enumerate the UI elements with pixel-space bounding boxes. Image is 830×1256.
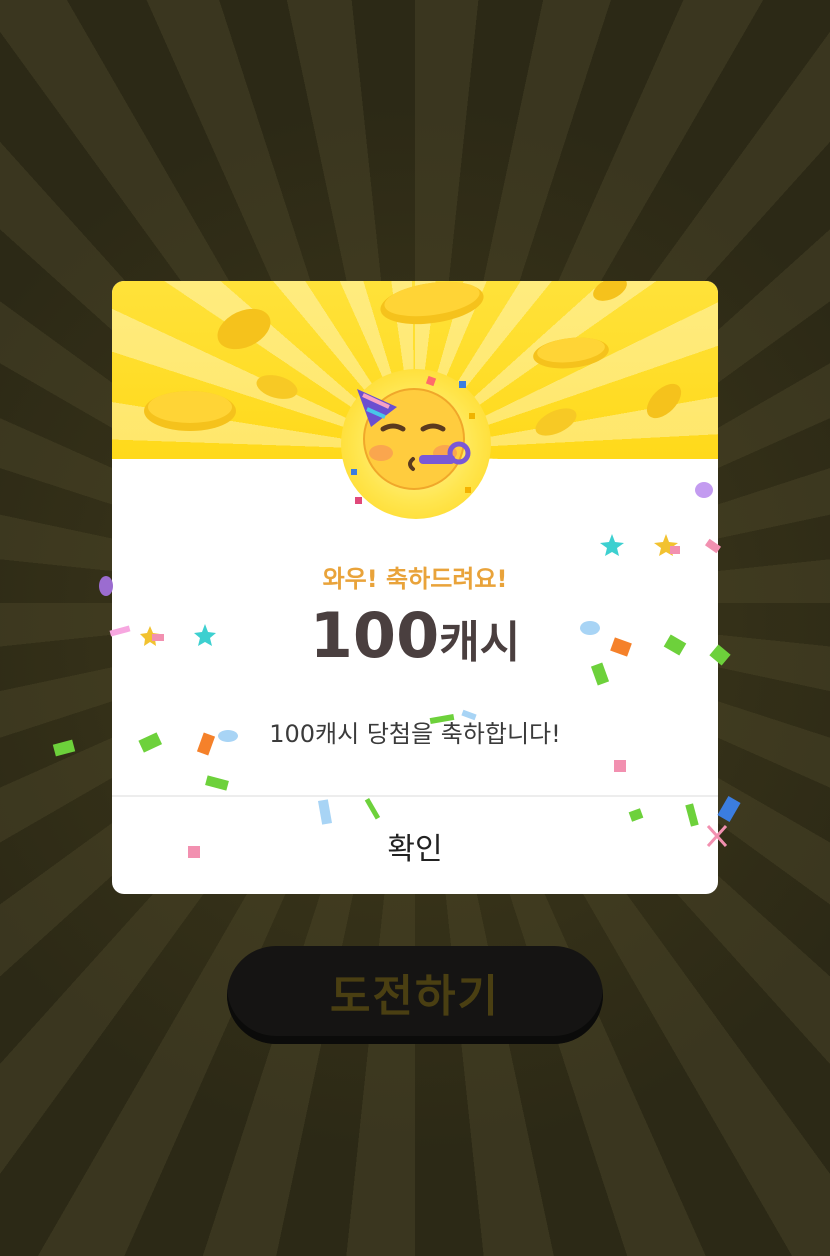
coin-icon xyxy=(256,375,298,399)
coin-icon xyxy=(646,383,682,419)
coin-icon xyxy=(593,281,627,301)
coin-icon xyxy=(144,391,236,431)
confirm-button[interactable]: 확인 xyxy=(112,797,718,894)
coin-icon xyxy=(217,308,271,350)
challenge-button[interactable]: 도전하기 xyxy=(227,946,603,1044)
reward-amount-number: 100 xyxy=(309,599,440,672)
congrats-subtitle: 와우! 축하드려요! xyxy=(322,565,508,593)
coin-icon xyxy=(533,337,609,369)
challenge-button-label: 도전하기 xyxy=(330,971,500,1022)
reward-amount: 100캐시 xyxy=(112,599,718,672)
party-face-icon xyxy=(351,375,475,504)
coin-icon xyxy=(535,408,577,436)
emoji-badge xyxy=(341,369,491,519)
confirm-button-label: 확인 xyxy=(387,831,443,867)
reward-amount-unit: 캐시 xyxy=(439,617,521,668)
reward-modal: 와우! 축하드려요! 100캐시 100캐시 당첨을 축하합니다! 확인 xyxy=(112,281,718,894)
reward-message: 100캐시 당첨을 축하합니다! xyxy=(269,720,561,748)
coin-icon xyxy=(380,281,484,325)
